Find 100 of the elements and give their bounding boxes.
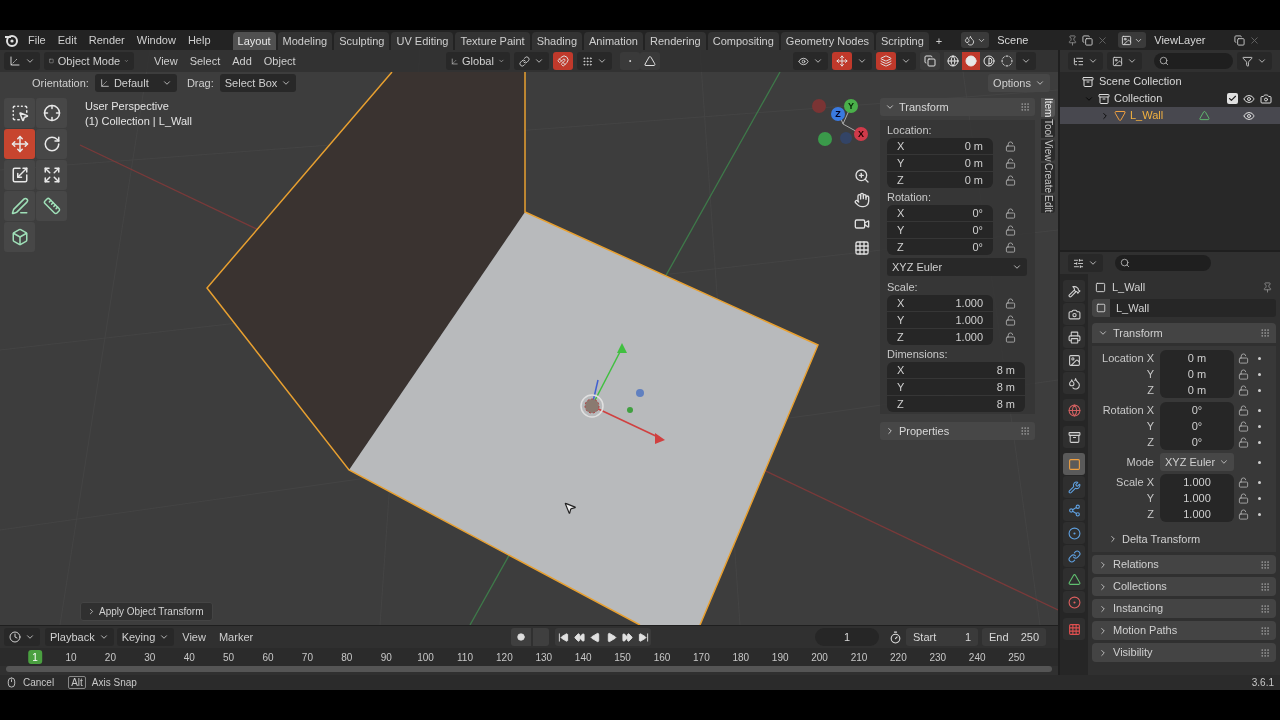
- panel-title: Transform: [899, 99, 950, 115]
- menu-item[interactable]: Window: [130, 31, 182, 49]
- number-field[interactable]: 1.000: [1160, 506, 1234, 522]
- rotation-mode-dropdown[interactable]: XYZ Euler: [1160, 453, 1234, 471]
- panel-header[interactable]: Properties: [880, 422, 1035, 440]
- outliner-row[interactable]: L_Wall: [1060, 107, 1280, 124]
- panel-header[interactable]: Transform: [880, 98, 1035, 116]
- sidebar-tab[interactable]: Item: [1041, 98, 1055, 118]
- panel-header[interactable]: Motion Paths: [1092, 621, 1276, 640]
- start-frame-field[interactable]: Start 1: [906, 628, 978, 646]
- panel-header[interactable]: Collections: [1092, 577, 1276, 596]
- outliner-item-name: Scene Collection: [1099, 74, 1182, 90]
- number-field[interactable]: Y 0 m: [887, 155, 993, 171]
- group-label: Location:: [887, 122, 933, 138]
- frame-number: 220: [889, 650, 908, 664]
- number-field[interactable]: 0°: [1160, 402, 1234, 418]
- workspace-tab[interactable]: UV Editing: [391, 32, 454, 50]
- panel-header[interactable]: Transform: [1092, 323, 1276, 343]
- menu-item[interactable]: View: [177, 628, 211, 646]
- frame-number: 80: [340, 650, 354, 664]
- number-field[interactable]: 1.000: [1160, 490, 1234, 506]
- number-field[interactable]: 0°: [1160, 418, 1234, 434]
- menu-item[interactable]: File: [22, 31, 52, 49]
- number-field[interactable]: X 8 m: [887, 362, 1025, 378]
- menu-item[interactable]: Help: [181, 31, 217, 49]
- menu-item[interactable]: Render: [82, 31, 131, 49]
- group-label: Rotation:: [887, 189, 933, 205]
- menu-item[interactable]: Select: [183, 52, 227, 70]
- mode-dropdown[interactable]: Object Mode: [44, 52, 134, 70]
- sidebar-tab[interactable]: Create: [1041, 163, 1055, 194]
- menu-item[interactable]: View: [148, 52, 184, 70]
- sidebar-tab[interactable]: Tool: [1041, 119, 1055, 138]
- rotation-mode-dropdown[interactable]: XYZ Euler: [887, 258, 1027, 276]
- last-operator-panel[interactable]: Apply Object Transform: [80, 602, 213, 621]
- number-field[interactable]: 0°: [1160, 434, 1234, 450]
- panel-title: Collections: [1113, 579, 1168, 595]
- frame-number: 100: [416, 650, 435, 664]
- workspace-tab[interactable]: Shading: [531, 32, 583, 50]
- frame-number: 90: [379, 650, 393, 664]
- view-layer-name-field[interactable]: ViewLayer: [1150, 32, 1231, 48]
- panel-title: Motion Paths: [1113, 623, 1179, 639]
- frame-number: 60: [261, 650, 275, 664]
- number-field[interactable]: 0 m: [1160, 350, 1234, 366]
- workspace-tab[interactable]: Scripting: [876, 32, 929, 50]
- sidebar-tab[interactable]: Edit: [1041, 195, 1055, 213]
- frame-number: 40: [182, 650, 196, 664]
- drag-dropdown[interactable]: Select Box: [219, 74, 297, 92]
- menu-item[interactable]: Marker: [213, 628, 259, 646]
- panel-header[interactable]: Relations: [1092, 555, 1276, 574]
- end-frame-field[interactable]: End 250: [982, 628, 1046, 646]
- frame-number: 210: [849, 650, 869, 664]
- version-label: 3.6.1: [1251, 676, 1274, 690]
- number-field[interactable]: Y 0°: [887, 222, 993, 238]
- menu-item[interactable]: Edit: [51, 31, 83, 49]
- outliner-row[interactable]: Collection: [1060, 90, 1280, 107]
- menu-item[interactable]: Object: [257, 52, 302, 70]
- frame-number: 50: [222, 650, 236, 664]
- panel-header[interactable]: Visibility: [1092, 643, 1276, 662]
- playback-dropdown[interactable]: Playback: [45, 628, 114, 646]
- object-name-field[interactable]: L_Wall: [1092, 299, 1276, 317]
- workspace-tab[interactable]: Texture Paint: [455, 32, 530, 50]
- number-field[interactable]: Y 8 m: [887, 379, 1025, 395]
- number-field[interactable]: 1.000: [1160, 474, 1234, 490]
- key-cap: Alt: [68, 676, 86, 689]
- menu-item[interactable]: Add: [226, 52, 258, 70]
- current-frame-field[interactable]: 1: [815, 628, 879, 646]
- panel-title: Properties: [899, 423, 951, 439]
- number-field[interactable]: Z 1.000: [887, 329, 993, 345]
- orientation-dropdown[interactable]: Default: [94, 74, 177, 92]
- workspace-tab[interactable]: Sculpting: [334, 32, 390, 50]
- number-field[interactable]: Z 0°: [887, 239, 993, 255]
- workspace-tab[interactable]: Modeling: [277, 32, 333, 50]
- number-field[interactable]: X 1.000: [887, 295, 993, 311]
- group-label: Dimensions:: [887, 346, 949, 362]
- workspace-tab[interactable]: Geometry Nodes: [780, 32, 874, 50]
- workspace-tab[interactable]: Rendering: [644, 32, 706, 50]
- orientation-dropdown[interactable]: Global: [445, 52, 510, 70]
- add-tab-button[interactable]: +: [930, 32, 948, 50]
- number-field[interactable]: 0 m: [1160, 382, 1234, 398]
- outliner-item-name: Collection: [1114, 91, 1163, 107]
- frame-number: 200: [810, 650, 829, 664]
- keying-dropdown[interactable]: Keying: [116, 628, 175, 646]
- number-field[interactable]: Y 1.000: [887, 312, 993, 328]
- number-field[interactable]: Z 0 m: [887, 172, 993, 188]
- workspace-tab[interactable]: Compositing: [707, 32, 779, 50]
- property-label: Y: [1145, 366, 1155, 382]
- workspace-tab[interactable]: Layout: [232, 32, 276, 50]
- number-field[interactable]: X 0 m: [887, 138, 993, 154]
- frame-number: 180: [731, 650, 751, 664]
- workspace-tab[interactable]: Animation: [584, 32, 643, 50]
- number-field[interactable]: Z 8 m: [887, 396, 1025, 412]
- options-dropdown[interactable]: Options: [988, 74, 1050, 92]
- sidebar-tab[interactable]: View: [1041, 139, 1055, 162]
- number-field[interactable]: X 0°: [887, 205, 993, 221]
- axis-gizmo[interactable]: X Y Z: [810, 96, 874, 160]
- subpanel-header[interactable]: Delta Transform: [1092, 530, 1276, 548]
- number-field[interactable]: 0 m: [1160, 366, 1234, 382]
- scene-name-field[interactable]: Scene: [993, 32, 1064, 48]
- panel-header[interactable]: Instancing: [1092, 599, 1276, 618]
- panel-title: Visibility: [1113, 645, 1154, 661]
